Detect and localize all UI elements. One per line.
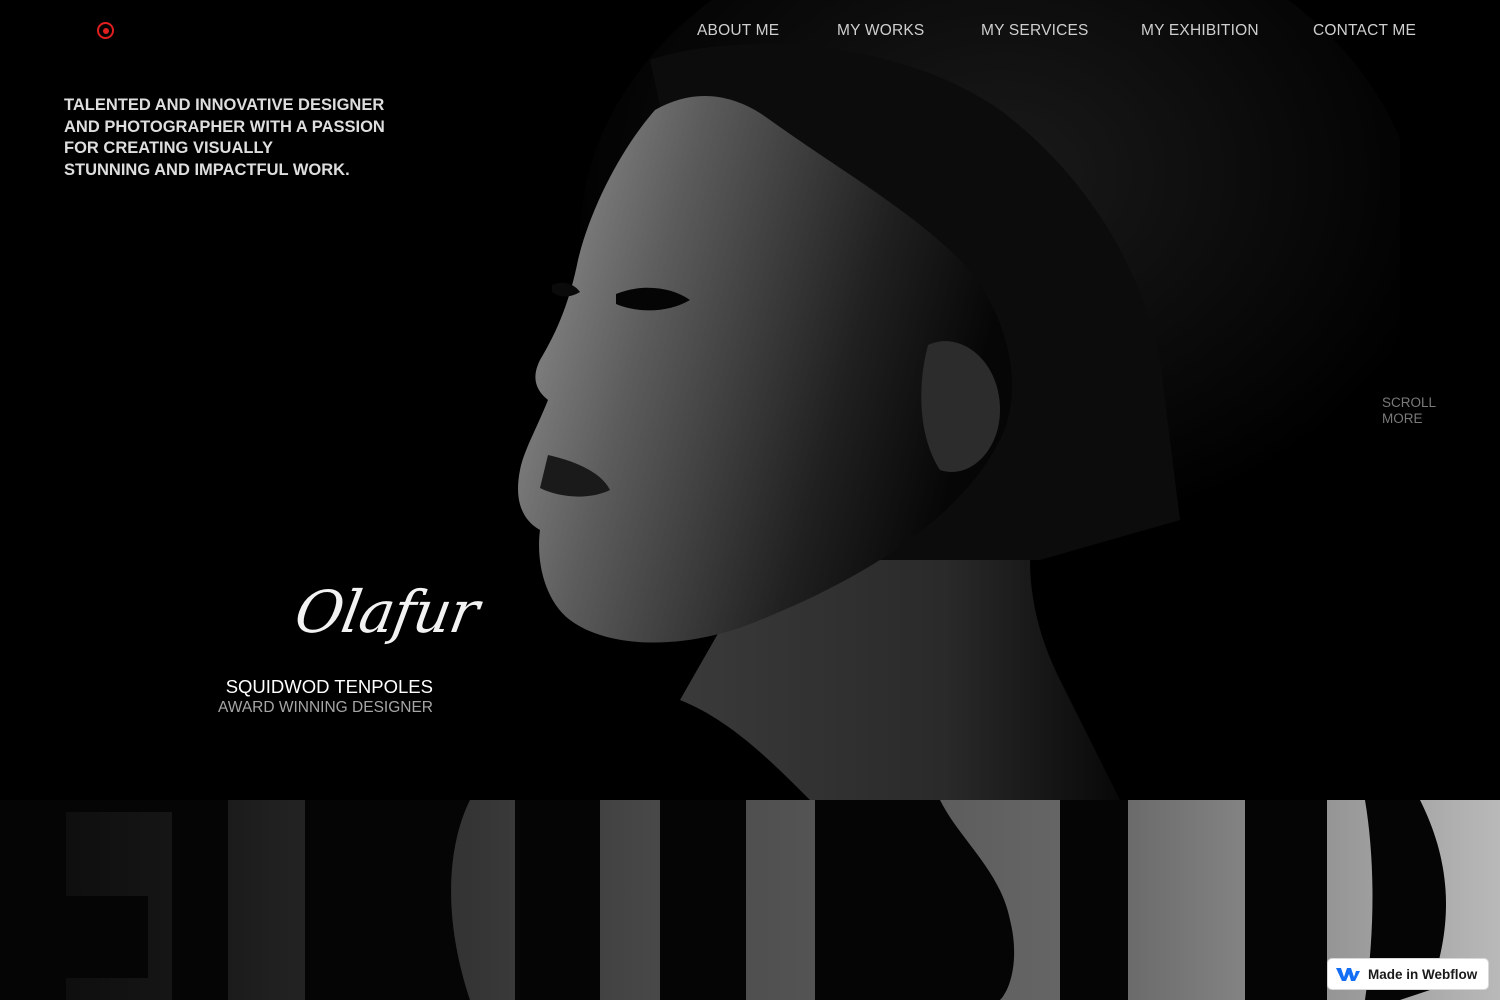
nav-item-my-services[interactable]: MY SERVICES [981, 22, 1089, 40]
nav-item-contact-me[interactable]: CONTACT ME [1313, 22, 1416, 40]
big-letters-band [0, 800, 1500, 1000]
webflow-icon [1336, 968, 1360, 981]
tagline-line: AND PHOTOGRAPHER WITH A PASSION [64, 117, 385, 136]
tagline-line: TALENTED AND INNOVATIVE DESIGNER [64, 96, 385, 114]
tagline-line: STUNNING AND IMPACTFUL WORK. [64, 160, 350, 179]
scroll-more-hint[interactable]: SCROLL MORE [1382, 395, 1436, 426]
hero-tagline: TALENTED AND INNOVATIVE DESIGNER AND PHO… [64, 95, 424, 181]
big-letter-shapes [0, 800, 1447, 1000]
nav-item-my-exhibition[interactable]: MY EXHIBITION [1141, 22, 1259, 40]
designer-name: SQUIDWOD TENPOLES [225, 676, 433, 697]
main-nav: ABOUT ME MY WORKS MY SERVICES MY EXHIBIT… [0, 22, 1500, 42]
signature: Olafur [290, 578, 484, 646]
made-in-webflow-badge[interactable]: Made in Webflow [1328, 959, 1488, 989]
scroll-line: MORE [1382, 410, 1423, 426]
hero-section: ABOUT ME MY WORKS MY SERVICES MY EXHIBIT… [0, 0, 1500, 800]
badge-label: Made in Webflow [1368, 966, 1478, 982]
designer-role: AWARD WINNING DESIGNER [218, 699, 433, 716]
nav-item-about-me[interactable]: ABOUT ME [697, 22, 779, 40]
tagline-line: FOR CREATING VISUALLY [64, 139, 274, 158]
scroll-line: SCROLL [1382, 395, 1437, 410]
portrait-photo [518, 0, 1400, 800]
nav-item-my-works[interactable]: MY WORKS [837, 22, 924, 40]
